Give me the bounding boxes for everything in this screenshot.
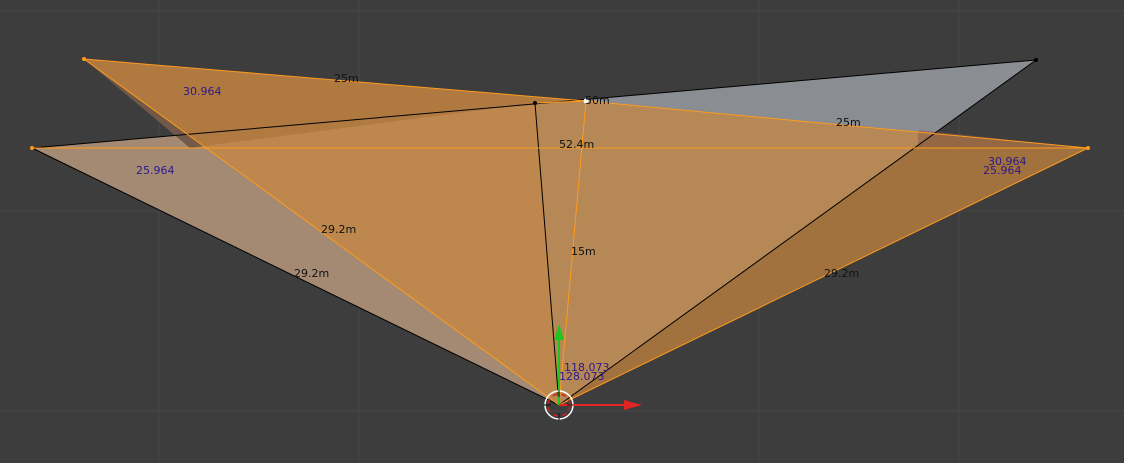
face-angle-label: 128.073 (559, 370, 605, 383)
edge-length-label: 50m (585, 94, 610, 107)
edge-length-label: 15m (571, 245, 596, 258)
edge-length-label: 29.2m (824, 267, 859, 280)
mesh-canvas[interactable]: 25m 25m 50m 52.4m 29.2m 29.2m 29.2m 15m … (0, 0, 1124, 463)
edge-length-label: 25m (334, 72, 359, 85)
vertex (1034, 58, 1038, 62)
edge-length-label: 25m (836, 116, 861, 129)
vertex (1086, 146, 1090, 150)
face-angle-label: 25.964 (136, 164, 175, 177)
edge-length-label: 29.2m (321, 223, 356, 236)
face-angle-label: 30.964 (183, 85, 222, 98)
3d-viewport[interactable]: 25m 25m 50m 52.4m 29.2m 29.2m 29.2m 15m … (0, 0, 1124, 463)
edge-length-label: 52.4m (559, 138, 594, 151)
vertex (30, 146, 34, 150)
face-angle-label: 25.964 (983, 164, 1022, 177)
edge-length-label: 29.2m (294, 267, 329, 280)
vertex (533, 101, 537, 105)
vertex (82, 57, 86, 61)
